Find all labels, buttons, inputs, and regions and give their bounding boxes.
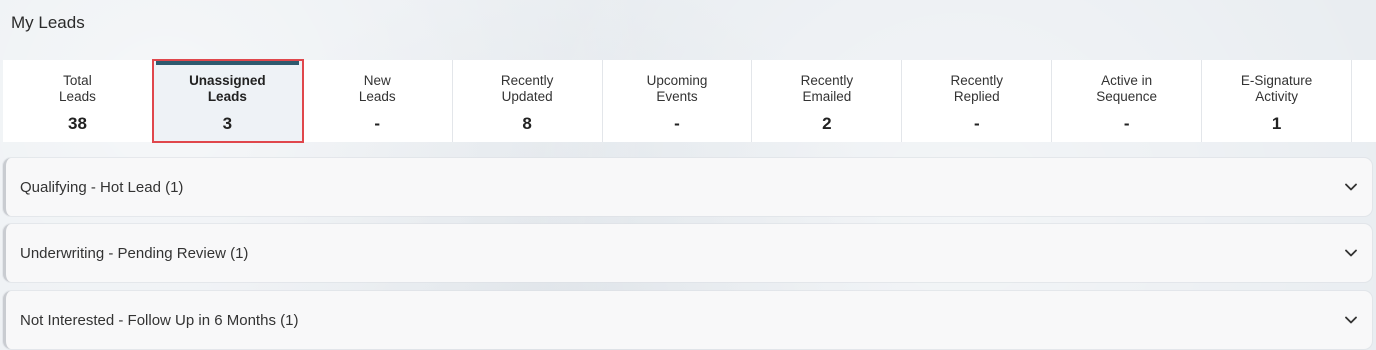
- stat-value: -: [374, 114, 381, 133]
- stat-upcoming-events[interactable]: Upcoming Events -: [603, 60, 753, 142]
- stat-value: 2: [822, 114, 832, 133]
- stat-recently-replied[interactable]: Recently Replied -: [902, 60, 1053, 142]
- group-qualifying-hot-lead[interactable]: Qualifying - Hot Lead (1): [3, 158, 1372, 216]
- stat-value: 1: [1271, 114, 1282, 133]
- stat-label: Recently Replied: [950, 73, 1004, 104]
- stat-overflow[interactable]: [1352, 60, 1376, 142]
- stat-active-in-sequence[interactable]: Active in Sequence -: [1052, 60, 1203, 142]
- stat-value: 8: [522, 114, 532, 133]
- stat-e-signature-activity[interactable]: E-Signature Activity 1: [1202, 60, 1353, 142]
- stat-total-leads[interactable]: Total Leads 38: [3, 60, 153, 142]
- stat-label: Recently Emailed: [800, 73, 854, 104]
- stat-value: 3: [222, 114, 233, 133]
- group-title: Not Interested - Follow Up in 6 Months (…: [20, 311, 299, 329]
- stat-value: -: [1123, 114, 1130, 133]
- chevron-down-icon[interactable]: [1340, 176, 1362, 198]
- group-title: Qualifying - Hot Lead (1): [20, 178, 184, 196]
- chevron-down-icon[interactable]: [1340, 309, 1362, 331]
- stat-recently-emailed[interactable]: Recently Emailed 2: [752, 60, 903, 142]
- stat-label: Active in Sequence: [1096, 73, 1158, 104]
- stat-label: E-Signature Activity: [1240, 73, 1313, 104]
- chevron-down-icon[interactable]: [1340, 242, 1362, 264]
- stat-label: Recently Updated: [500, 73, 554, 104]
- stat-value: -: [674, 114, 680, 133]
- stat-label: Total Leads: [59, 73, 96, 104]
- group-title: Underwriting - Pending Review (1): [20, 244, 249, 262]
- stat-label: Unassigned Leads: [189, 73, 266, 104]
- stat-label: New Leads: [358, 73, 396, 104]
- stat-value: -: [973, 114, 980, 133]
- stats-bar: Total Leads 38 Unassigned Leads 3 New Le…: [3, 59, 1376, 143]
- page-title: My Leads: [11, 13, 85, 32]
- stat-recently-updated[interactable]: Recently Updated 8: [453, 60, 603, 142]
- stat-label: Upcoming Events: [646, 73, 708, 104]
- stat-value: 38: [67, 114, 87, 133]
- group-underwriting-pending-review[interactable]: Underwriting - Pending Review (1): [3, 224, 1372, 282]
- group-not-interested-follow-up[interactable]: Not Interested - Follow Up in 6 Months (…: [3, 291, 1372, 349]
- stat-unassigned-leads[interactable]: Unassigned Leads 3: [151, 59, 304, 143]
- stat-new-leads[interactable]: New Leads -: [303, 60, 453, 142]
